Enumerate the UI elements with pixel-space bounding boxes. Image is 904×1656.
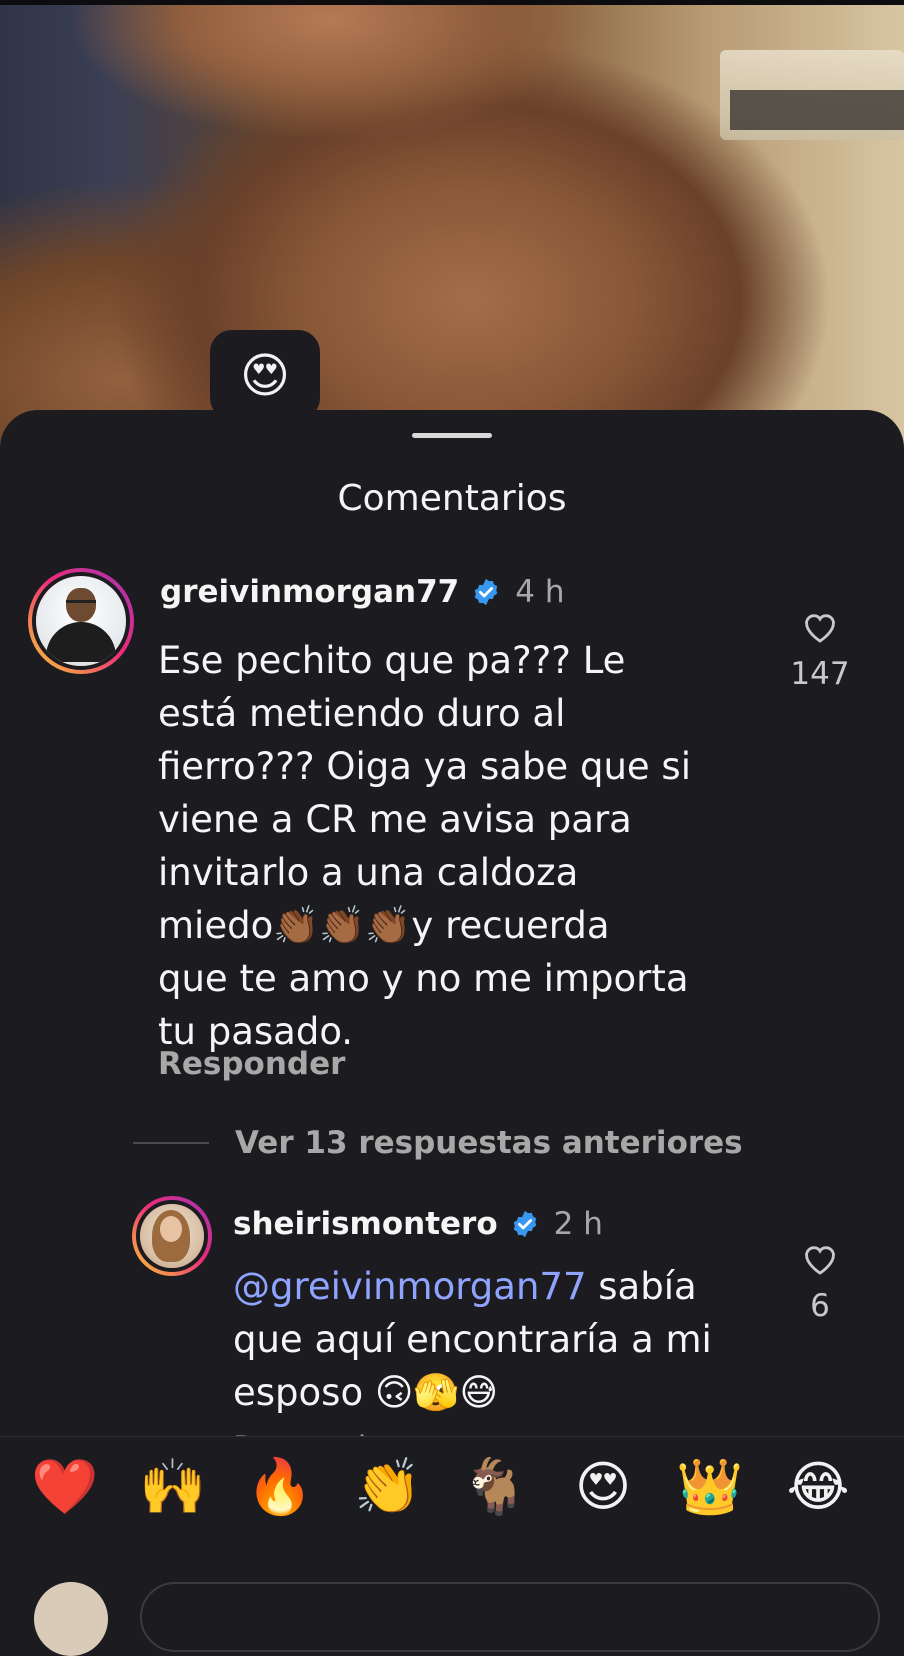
post-photo-background xyxy=(0,0,904,450)
replies-divider xyxy=(133,1142,209,1144)
comment-text: Ese pechito que pa??? Le está metiendo d… xyxy=(158,639,691,1053)
goat-emoji-icon[interactable]: 🐐 xyxy=(455,1452,535,1522)
verified-badge-icon xyxy=(475,578,498,606)
composer-avatar xyxy=(34,1582,108,1656)
reply-like[interactable]: 6 xyxy=(775,1240,865,1324)
avatar-image xyxy=(136,1200,208,1272)
reply-username[interactable]: sheirismontero xyxy=(233,1206,498,1242)
comment-timestamp: 4 h xyxy=(515,574,565,610)
view-previous-replies[interactable]: Ver 13 respuestas anteriores xyxy=(133,1125,743,1161)
post-reaction-bubble[interactable]: 😍 xyxy=(210,330,320,420)
comment-header: greivinmorgan77 4 h xyxy=(160,574,564,610)
heart-outline-icon[interactable] xyxy=(801,608,839,644)
reply-text: @greivinmorgan77 sabía que aquí encontra… xyxy=(233,1260,793,1419)
photo-background-shadow xyxy=(730,90,904,130)
reply-timestamp: 2 h xyxy=(553,1206,603,1242)
verified-badge-icon xyxy=(513,1210,536,1238)
status-bar-strip xyxy=(0,0,904,5)
comment-username[interactable]: greivinmorgan77 xyxy=(160,574,459,610)
tears-of-joy-emoji-icon[interactable]: 😂 xyxy=(778,1452,858,1522)
comment-input[interactable] xyxy=(140,1582,880,1652)
clapping-hands-emoji-icon[interactable]: 👏 xyxy=(348,1452,428,1522)
heart-eyes-emoji-icon[interactable]: 😍 xyxy=(563,1452,643,1522)
mention-link[interactable]: @greivinmorgan77 xyxy=(233,1265,587,1308)
reply-header: sheirismontero 2 h xyxy=(233,1206,603,1242)
view-previous-replies-label[interactable]: Ver 13 respuestas anteriores xyxy=(235,1125,743,1161)
reply-button[interactable]: Responder xyxy=(158,1046,345,1082)
fire-emoji-icon[interactable]: 🔥 xyxy=(240,1452,320,1522)
like-count: 147 xyxy=(790,656,850,692)
sheet-drag-handle[interactable] xyxy=(412,433,492,438)
comment-like[interactable]: 147 xyxy=(775,608,865,692)
crown-emoji-icon[interactable]: 👑 xyxy=(670,1452,750,1522)
heart-eyes-emoji-icon: 😍 xyxy=(239,348,291,404)
avatar[interactable] xyxy=(28,568,134,674)
red-heart-emoji-icon[interactable]: ❤️ xyxy=(25,1452,105,1522)
sheet-title: Comentarios xyxy=(337,478,567,519)
heart-outline-icon[interactable] xyxy=(801,1240,839,1276)
avatar[interactable] xyxy=(132,1196,212,1276)
raising-hands-emoji-icon[interactable]: 🙌 xyxy=(133,1452,213,1522)
like-count: 6 xyxy=(810,1288,830,1324)
avatar-image xyxy=(32,572,130,670)
